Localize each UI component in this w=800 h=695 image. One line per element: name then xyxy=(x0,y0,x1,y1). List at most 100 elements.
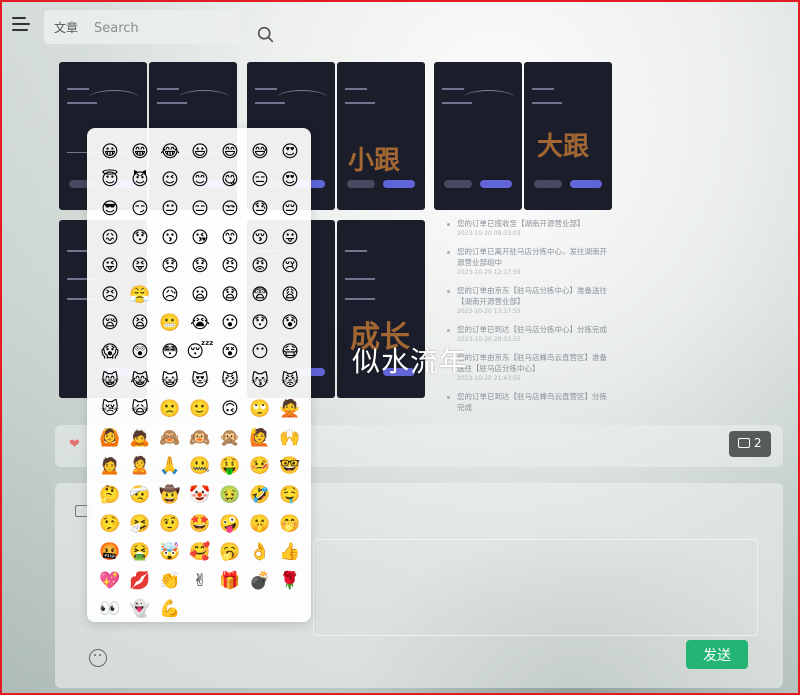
emoji-option[interactable]: 😬 xyxy=(155,310,185,339)
gallery-image[interactable] xyxy=(337,62,425,210)
emoji-option[interactable]: 😱 xyxy=(95,338,125,367)
emoji-option[interactable]: 🥰 xyxy=(185,538,215,567)
emoji-option[interactable]: 🙅 xyxy=(275,395,305,424)
emoji-option[interactable]: 🙍 xyxy=(95,453,125,482)
search-icon[interactable] xyxy=(257,26,274,43)
emoji-option[interactable]: 🙎 xyxy=(125,453,155,482)
emoji-option[interactable]: 👻 xyxy=(125,596,155,625)
emoji-option[interactable]: 😻 xyxy=(185,367,215,396)
emoji-option[interactable]: 😰 xyxy=(275,310,305,339)
emoji-option[interactable]: 🙈 xyxy=(155,424,185,453)
emoji-option[interactable]: 😲 xyxy=(125,338,155,367)
emoji-option[interactable]: 💋 xyxy=(125,567,155,596)
hamburger-icon[interactable] xyxy=(12,17,30,31)
emoji-option[interactable]: 😖 xyxy=(95,224,125,253)
emoji-option[interactable]: 🤧 xyxy=(125,510,155,539)
emoji-option[interactable]: 😈 xyxy=(125,167,155,196)
emoji-option[interactable]: 😠 xyxy=(215,252,245,281)
emoji-option[interactable]: 🙇 xyxy=(125,424,155,453)
emoji-option[interactable]: 🎁 xyxy=(215,567,245,596)
emoji-option[interactable]: 🤩 xyxy=(185,510,215,539)
emoji-option[interactable]: 😣 xyxy=(95,281,125,310)
emoji-option[interactable]: 😅 xyxy=(245,138,275,167)
comment-input[interactable] xyxy=(313,539,758,636)
emoji-option[interactable]: 😾 xyxy=(275,367,305,396)
emoji-option[interactable]: 🤭 xyxy=(275,510,305,539)
emoji-option[interactable]: 👍 xyxy=(275,538,305,567)
emoji-option[interactable]: 😉 xyxy=(155,167,185,196)
emoji-option[interactable]: 🤮 xyxy=(125,538,155,567)
emoji-option[interactable]: 🤣 xyxy=(245,481,275,510)
emoji-option[interactable]: 😏 xyxy=(125,195,155,224)
emoji-option[interactable]: 😿 xyxy=(95,395,125,424)
emoji-option[interactable]: 😃 xyxy=(185,138,215,167)
emoji-option[interactable]: 🤨 xyxy=(155,510,185,539)
emoji-option[interactable]: 😄 xyxy=(215,138,245,167)
emoji-option[interactable]: 👏 xyxy=(155,567,185,596)
emoji-option[interactable]: 🙀 xyxy=(125,395,155,424)
comment-count-button[interactable]: 2 xyxy=(729,431,771,457)
emoji-option[interactable]: 💣 xyxy=(245,567,275,596)
emoji-option[interactable]: 😧 xyxy=(215,281,245,310)
emoji-option[interactable]: 🤬 xyxy=(95,538,125,567)
emoji-option[interactable]: 🙌 xyxy=(275,424,305,453)
emoji-option[interactable]: 🤔 xyxy=(95,481,125,510)
emoji-option[interactable]: 😯 xyxy=(245,310,275,339)
emoji-option[interactable]: 🤯 xyxy=(155,538,185,567)
emoji-option[interactable]: 👌 xyxy=(245,538,275,567)
emoji-option[interactable]: 🙆 xyxy=(95,424,125,453)
emoji-option[interactable]: 😪 xyxy=(95,310,125,339)
emoji-option[interactable]: 😡 xyxy=(245,252,275,281)
emoji-option[interactable]: 😐 xyxy=(155,195,185,224)
emoji-option[interactable]: 😙 xyxy=(215,224,245,253)
emoji-option[interactable]: 🙁 xyxy=(155,395,185,424)
emoji-option[interactable]: 🥱 xyxy=(215,538,245,567)
emoji-option[interactable]: 🤫 xyxy=(245,510,275,539)
emoji-option[interactable]: 🤕 xyxy=(125,481,155,510)
emoji-option[interactable]: 🙏 xyxy=(155,453,185,482)
emoji-option[interactable]: 🙋 xyxy=(245,424,275,453)
emoji-option[interactable]: 😑 xyxy=(245,167,275,196)
emoji-option[interactable]: 😥 xyxy=(155,281,185,310)
emoji-option[interactable]: ✌ xyxy=(185,567,215,596)
emoji-option[interactable]: 😇 xyxy=(95,167,125,196)
emoji-option[interactable]: 😭 xyxy=(185,310,215,339)
emoji-option[interactable]: 😽 xyxy=(245,367,275,396)
emoji-option[interactable]: 😘 xyxy=(185,224,215,253)
emoji-option[interactable]: 😷 xyxy=(275,338,305,367)
emoji-option[interactable]: 🤑 xyxy=(215,453,245,482)
emoji-option[interactable]: 😛 xyxy=(275,224,305,253)
emoji-option[interactable]: 🙉 xyxy=(185,424,215,453)
emoji-option[interactable]: 😓 xyxy=(245,195,275,224)
emoji-option[interactable]: 😤 xyxy=(125,281,155,310)
emoji-option[interactable]: 😦 xyxy=(185,281,215,310)
emoji-option[interactable]: 😴 xyxy=(185,338,215,367)
emoji-option[interactable]: 🤢 xyxy=(215,481,245,510)
emoji-option[interactable]: 😮 xyxy=(215,310,245,339)
emoji-option[interactable]: 😑 xyxy=(185,195,215,224)
emoji-option[interactable]: 😂 xyxy=(155,138,185,167)
emoji-option[interactable]: 🤓 xyxy=(275,453,305,482)
emoji-option[interactable]: 😹 xyxy=(125,367,155,396)
emoji-option[interactable]: 😸 xyxy=(95,367,125,396)
emoji-option[interactable]: 🤠 xyxy=(155,481,185,510)
send-button[interactable]: 发送 xyxy=(686,640,748,669)
emoji-option[interactable]: 🤤 xyxy=(275,481,305,510)
emoji-option[interactable]: 🤪 xyxy=(215,510,245,539)
emoji-option[interactable]: 😨 xyxy=(245,281,275,310)
emoji-option[interactable]: 😩 xyxy=(275,281,305,310)
search-input[interactable] xyxy=(92,16,246,40)
emoji-option[interactable]: 😯 xyxy=(125,224,155,253)
emoji-option[interactable]: 🤒 xyxy=(245,453,275,482)
emoji-option[interactable]: 🙃 xyxy=(215,395,245,424)
emoji-option[interactable]: 😀 xyxy=(95,138,125,167)
emoji-option[interactable]: 👀 xyxy=(95,596,125,625)
emoji-option[interactable]: 😼 xyxy=(215,367,245,396)
emoji-option[interactable]: 😎 xyxy=(95,195,125,224)
heart-icon[interactable]: ❤ xyxy=(69,437,80,452)
emoji-option[interactable]: 😗 xyxy=(155,224,185,253)
gallery-image[interactable] xyxy=(434,62,522,210)
emoji-option[interactable]: 💖 xyxy=(95,567,125,596)
emoji-option[interactable]: 😋 xyxy=(215,167,245,196)
emoji-option[interactable]: 🤡 xyxy=(185,481,215,510)
